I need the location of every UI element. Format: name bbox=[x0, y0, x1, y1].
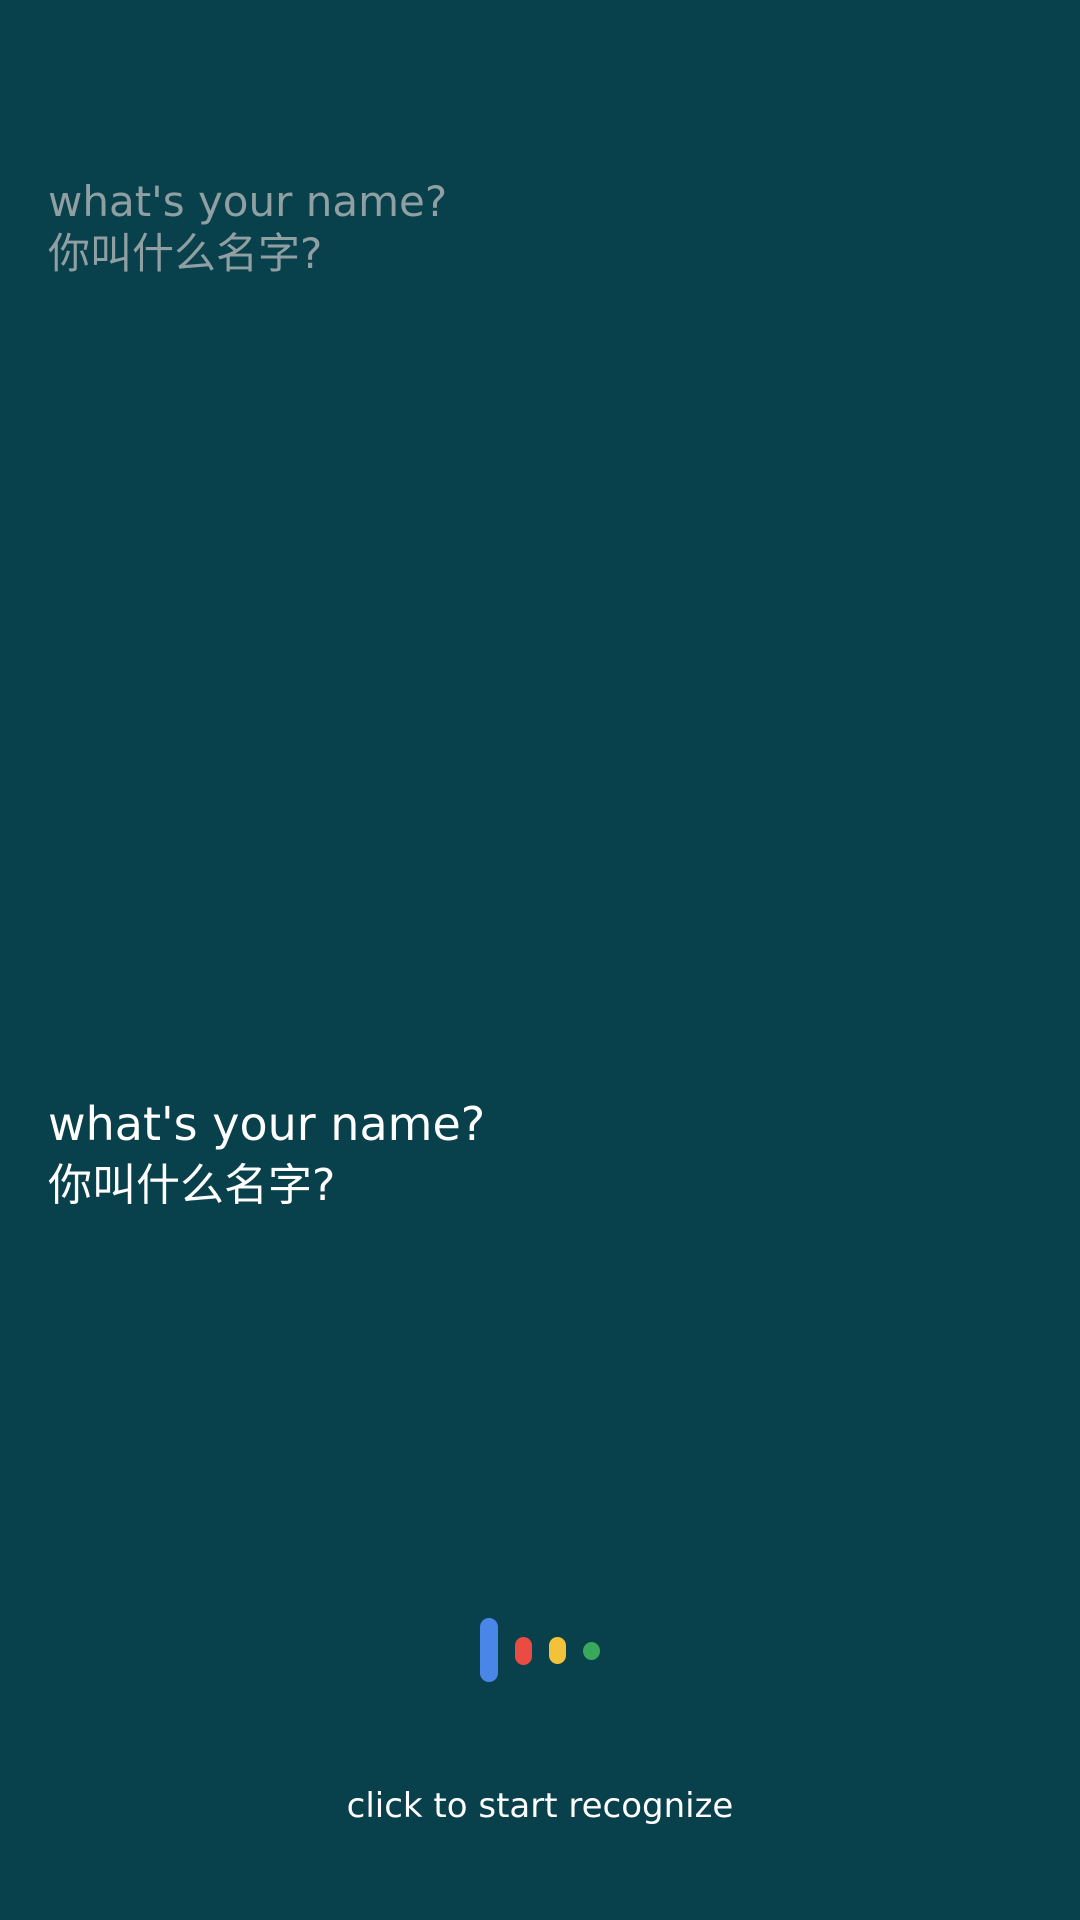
voice-dot-red-icon bbox=[515, 1637, 532, 1665]
voice-dots-icon[interactable] bbox=[480, 1618, 602, 1684]
sample-phrase-hint: what's your name? 你叫什么名字? bbox=[48, 176, 948, 280]
voice-dot-yellow-icon bbox=[549, 1637, 566, 1664]
result-english-text: what's your name? bbox=[48, 1097, 486, 1151]
hint-english-text: what's your name? bbox=[48, 177, 448, 226]
hint-chinese-text: 你叫什么名字? bbox=[48, 229, 323, 278]
speech-recognition-screen: what's your name? 你叫什么名字? what's your na… bbox=[0, 0, 1080, 1920]
start-recognition-button[interactable]: click to start recognize bbox=[0, 1782, 1080, 1830]
voice-dot-blue-icon bbox=[480, 1618, 498, 1682]
result-chinese-text: 你叫什么名字? bbox=[48, 1160, 336, 1211]
recognition-result: what's your name? 你叫什么名字? bbox=[48, 1093, 948, 1217]
voice-dot-green-icon bbox=[583, 1642, 600, 1660]
